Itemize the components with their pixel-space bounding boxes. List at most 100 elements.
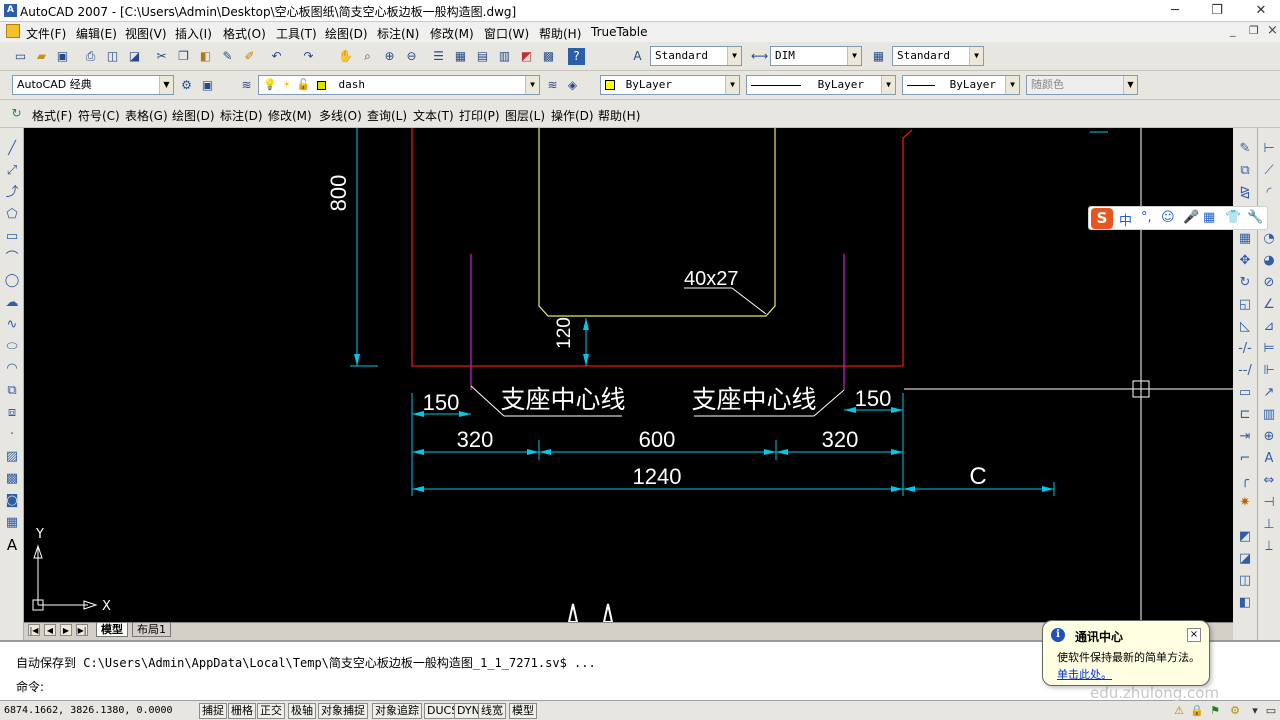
menu2-multiline[interactable]: 多线(O) [319,107,362,124]
aligned-dim-icon[interactable]: ⟋ [1260,162,1278,180]
dim-override-icon[interactable]: ⟘ [1260,538,1278,556]
menu2-draw[interactable]: 绘图(D) [172,107,215,124]
menu2-print[interactable]: 打印(P) [459,107,500,124]
linear-dim-icon[interactable]: ⊢ [1260,140,1278,158]
scale-icon[interactable]: ◱ [1236,296,1254,314]
layer-dropdown[interactable]: 💡 ☀ 🔓 dash ▼ [258,75,540,95]
table-style-dropdown[interactable]: Standard▼ [892,46,984,66]
help-icon[interactable]: ? [568,48,585,65]
undo-icon[interactable]: ↶ [268,48,285,65]
table-style-icon[interactable]: ▦ [870,48,887,65]
menu2-operation[interactable]: 操作(D) [551,107,594,124]
document-icon[interactable] [6,24,20,38]
hatch-icon[interactable]: ▨ [3,448,21,466]
arc-icon[interactable]: ⌒ [3,250,21,268]
match-properties-icon[interactable]: ✎ [219,48,236,65]
menu-truetable[interactable]: TrueTable [591,25,648,39]
menu-dimension[interactable]: 标注(N) [377,25,419,42]
linetype-dropdown[interactable]: ByLayer ▼ [746,75,896,95]
zoom-window-icon[interactable]: ⊕ [381,48,398,65]
ime-skin-icon[interactable]: 👕 [1225,210,1241,225]
properties-icon[interactable]: ☰ [430,48,447,65]
revision-cloud-icon[interactable]: ☁ [3,294,21,312]
zoom-realtime-icon[interactable]: ⌕ [359,48,376,65]
rectangle-icon[interactable]: ▭ [3,228,21,246]
polar-toggle[interactable]: 极轴 [288,703,316,719]
make-object-layer-current-icon[interactable]: ≋ [544,77,561,94]
baseline-dim-icon[interactable]: ⊨ [1260,340,1278,358]
menu-format[interactable]: 格式(O) [223,25,266,42]
doc-close-button[interactable]: × [1267,23,1278,38]
multiline-text-icon[interactable]: A [3,536,21,554]
doc-restore-button[interactable]: ❐ [1249,24,1259,37]
sogou-logo-icon[interactable]: S [1091,208,1113,229]
print-icon[interactable]: ⎙ [82,48,99,65]
prev-tab-icon[interactable]: ◀ [44,624,56,636]
line-icon[interactable]: ╱ [3,140,21,158]
text-style-icon[interactable]: A [629,48,646,65]
command-prompt[interactable]: 命令: [16,678,44,695]
dimedit-icon[interactable]: A [1260,450,1278,468]
cut-icon[interactable]: ✂ [153,48,170,65]
menu2-table[interactable]: 表格(G) [125,107,168,124]
fillet-icon[interactable]: ⌐ [1236,450,1254,468]
spline-icon[interactable]: ∿ [3,316,21,334]
workspace-settings-icon[interactable]: ⚙ [178,77,195,94]
minimize-button[interactable]: ─ [1160,2,1190,20]
qleader-icon[interactable]: ↗ [1260,384,1278,402]
comm-center-tray-icon[interactable]: ⚠ [1172,704,1186,718]
break-icon[interactable]: ▭ [1236,384,1254,402]
menu2-layer[interactable]: 图层(L) [505,107,545,124]
quick-dim-icon[interactable]: ⊿ [1260,318,1278,336]
layer-manager-icon[interactable]: ≋ [238,77,255,94]
menu2-help[interactable]: 帮助(H) [598,107,640,124]
annotation-tray-icon[interactable]: ⚙ [1228,704,1242,718]
model-toggle[interactable]: 模型 [509,703,537,719]
otrack-toggle[interactable]: 对象追踪 [372,703,422,719]
stretch-icon[interactable]: ◺ [1236,318,1254,336]
menu2-query[interactable]: 查询(L) [367,107,407,124]
last-tab-icon[interactable]: ▶| [76,624,88,636]
markup-icon[interactable]: ◩ [518,48,535,65]
ellipse-icon[interactable]: ⬭ [3,338,21,356]
explode-icon[interactable]: ✷ [1236,494,1254,512]
make-block-icon[interactable]: ⧈ [3,404,21,422]
layer-previous-icon[interactable]: ◈ [564,77,581,94]
dim-style-manager-icon[interactable]: ⊥ [1260,516,1278,534]
move-icon[interactable]: ✥ [1236,252,1254,270]
gradient-icon[interactable]: ▩ [3,470,21,488]
polygon-icon[interactable]: ⬠ [3,206,21,224]
clean-screen-icon[interactable]: ▭ [1264,704,1278,718]
erase-icon[interactable]: ✎ [1236,140,1254,158]
extend-icon[interactable]: --/ [1236,362,1254,380]
menu-view[interactable]: 视图(V) [125,25,167,42]
text-style-dropdown[interactable]: Standard▼ [650,46,742,66]
chamfer-icon[interactable]: ⇥ [1236,428,1254,446]
layer-tool-a-icon[interactable]: ◩ [1236,528,1254,546]
tolerance-icon[interactable]: ▥ [1260,406,1278,424]
menu-tools[interactable]: 工具(T) [276,25,317,42]
copy-object-icon[interactable]: ⧉ [1236,162,1254,180]
lineweight-toggle[interactable]: 线宽 [478,703,506,719]
quickcalc-icon[interactable]: ▩ [540,48,557,65]
radius-dim-icon[interactable]: ◔ [1260,230,1278,248]
new-icon[interactable]: ▭ [12,48,29,65]
construction-line-icon[interactable]: ⤢ [3,162,21,180]
autocad-app-icon[interactable]: A [4,4,17,17]
insert-block-icon[interactable]: ⧉ [3,382,21,400]
diameter-dim-icon[interactable]: ⊘ [1260,274,1278,292]
color-dropdown[interactable]: ByLayer ▼ [600,75,740,95]
menu-window[interactable]: 窗口(W) [484,25,529,42]
ime-punctuation-icon[interactable]: °, [1141,210,1152,225]
close-button[interactable]: ✕ [1246,2,1276,20]
region-icon[interactable]: ◙ [3,492,21,510]
rotate-icon[interactable]: ↻ [1236,274,1254,292]
center-mark-icon[interactable]: ⊕ [1260,428,1278,446]
ime-keyboard-icon[interactable]: ▦ [1203,210,1215,225]
layer-tool-c-icon[interactable]: ◫ [1236,572,1254,590]
plot-preview-icon[interactable]: ◫ [104,48,121,65]
workspace-dropdown[interactable]: AutoCAD 经典▼ [12,75,174,95]
balloon-link[interactable]: 单击此处。 [1057,666,1112,682]
array-icon[interactable]: ▦ [1236,230,1254,248]
doc-minimize-button[interactable]: _ [1230,24,1236,37]
